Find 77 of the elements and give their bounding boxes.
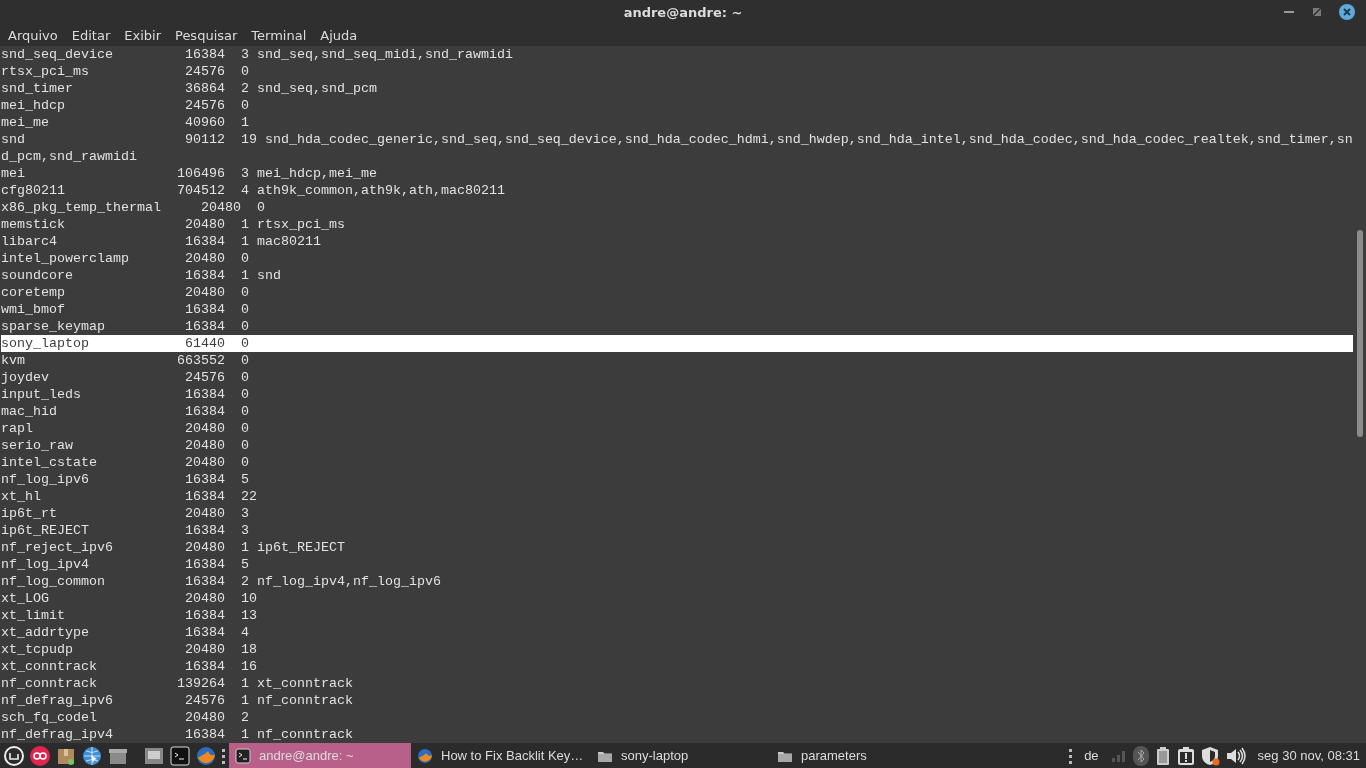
- menu-item[interactable]: Ajuda: [313, 27, 365, 43]
- terminal-line: nf_conntrack 139264 1 xt_conntrack: [1, 676, 353, 691]
- terminal-line: mei 106496 3 mei_hdcp,mei_me: [1, 166, 377, 181]
- terminal-line: sch_fq_codel 20480 2: [1, 710, 249, 725]
- terminal-line: xt_hl 16384 22: [1, 489, 257, 504]
- terminal-line: nf_log_ipv4 16384 5: [1, 557, 249, 572]
- terminal-line: nf_log_common 16384 2 nf_log_ipv4,nf_log_ipv6: [1, 574, 441, 589]
- taskbar-window-button[interactable]: parameters: [771, 743, 1041, 768]
- terminal-line: intel_powerclamp 20480 0: [1, 251, 249, 266]
- scrollbar-thumb[interactable]: [1357, 230, 1363, 437]
- terminal-line: coretemp 20480 0: [1, 285, 249, 300]
- terminal-line: x86_pkg_temp_thermal 20480 0: [1, 200, 265, 215]
- terminal-line: nf_reject_ipv6 20480 1 ip6t_REJECT: [1, 540, 345, 555]
- terminal-line: xt_tcpudp 20480 18: [1, 642, 257, 657]
- browser-launcher[interactable]: [196, 745, 216, 766]
- clipboard-alert-icon[interactable]: [1176, 745, 1195, 766]
- mint-menu-icon: [4, 745, 24, 766]
- terminal-line: rtsx_pci_ms 24576 0: [1, 64, 249, 79]
- terminal-line: input_leds 16384 0: [1, 387, 249, 402]
- volume-icon[interactable]: [1225, 745, 1248, 766]
- terminal-line: intel_cstate 20480 0: [1, 455, 249, 470]
- terminal-line: nf_log_ipv6 16384 5: [1, 472, 249, 487]
- screenshot-launcher[interactable]: [144, 745, 164, 766]
- circles-icon: [30, 745, 50, 766]
- terminal-line: rapl 20480 0: [1, 421, 249, 436]
- terminal-line: memstick 20480 1 rtsx_pci_ms: [1, 217, 345, 232]
- window-title: andre@andre: ~: [623, 4, 743, 20]
- globe-icon: [82, 745, 102, 766]
- grip-icon[interactable]: [1069, 747, 1073, 764]
- browser-icon: [196, 745, 216, 766]
- terminal-line: mei_me 40960 1: [1, 115, 249, 130]
- terminal-line: kvm 663552 0: [1, 353, 249, 368]
- shield-icon[interactable]: [1200, 745, 1220, 766]
- terminal-line: mac_hid 16384 0: [1, 404, 249, 419]
- screenshot-icon: [144, 745, 164, 766]
- mint-menu-launcher[interactable]: [4, 745, 24, 766]
- app-launcher[interactable]: [30, 745, 50, 766]
- terminal-line: snd_timer 36864 2 snd_seq,snd_pcm: [1, 81, 377, 96]
- menu-item[interactable]: Pesquisar: [168, 27, 245, 43]
- terminal-icon: [170, 745, 190, 766]
- terminal-line: ip6t_rt 20480 3: [1, 506, 249, 521]
- menu-item[interactable]: Terminal: [244, 27, 314, 43]
- terminal-launcher[interactable]: [170, 745, 190, 766]
- terminal-line: serio_raw 20480 0: [1, 438, 249, 453]
- globe-launcher[interactable]: [82, 745, 102, 766]
- menu-item[interactable]: Editar: [64, 27, 118, 43]
- browser-icon: [417, 747, 433, 764]
- terminal-line: libarc4 16384 1 mac80211: [1, 234, 321, 249]
- bluetooth-icon[interactable]: [1132, 745, 1149, 766]
- terminal-line: xt_limit 16384 13: [1, 608, 257, 623]
- grip-icon[interactable]: [222, 747, 225, 764]
- taskbar-window-button[interactable]: How to Fix Backlit Key…: [411, 743, 591, 768]
- close-icon: [1338, 3, 1356, 21]
- terminal-line: mei_hdcp 24576 0: [1, 98, 249, 113]
- clock[interactable]: seg 30 nov, 08:31: [1253, 748, 1360, 763]
- terminal-line: xt_LOG 20480 10: [1, 591, 257, 606]
- maximize-button[interactable]: [1310, 5, 1324, 19]
- terminal-line: snd_seq_device 16384 3 snd_seq,snd_seq_midi,snd_rawmidi: [1, 47, 513, 62]
- terminal-icon: [235, 747, 251, 764]
- terminal-line: wmi_bmof 16384 0: [1, 302, 249, 317]
- terminal-line: xt_addrtype 16384 4: [1, 625, 249, 640]
- terminal-line: sparse_keymap 16384 0: [1, 319, 249, 334]
- menu-item[interactable]: Arquivo: [1, 27, 65, 43]
- taskbar-window-button[interactable]: sony-laptop: [591, 743, 771, 768]
- terminal-line: cfg80211 704512 4 ath9k_common,ath9k,ath,mac80211: [1, 183, 505, 198]
- terminal-line: sony_laptop 61440 0: [1, 336, 249, 351]
- terminal-line: xt_conntrack 16384 16: [1, 659, 257, 674]
- terminal-line: ip6t_REJECT 16384 3: [1, 523, 249, 538]
- terminal-line: soundcore 16384 1 snd: [1, 268, 281, 283]
- maximize-icon: [1310, 5, 1324, 19]
- terminal-line: nf_defrag_ipv4 16384 1 nf_conntrack: [1, 727, 353, 742]
- keyboard-layout-indicator[interactable]: de: [1078, 748, 1105, 763]
- terminal-line: nf_defrag_ipv6 24576 1 nf_conntrack: [1, 693, 353, 708]
- menu-item[interactable]: Exibir: [117, 27, 168, 43]
- terminal-line: joydev 24576 0: [1, 370, 249, 385]
- battery-icon[interactable]: [1154, 745, 1171, 766]
- close-button[interactable]: [1338, 3, 1356, 21]
